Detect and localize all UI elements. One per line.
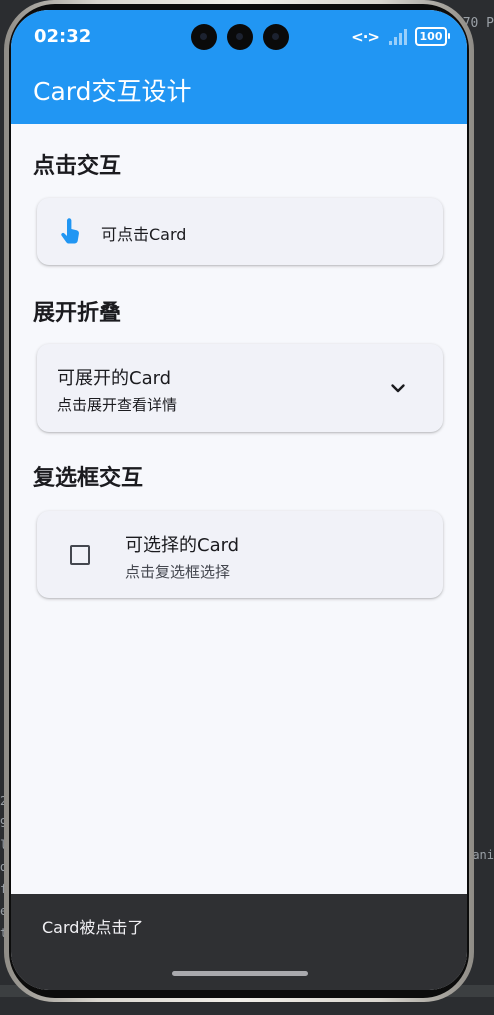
status-time: 02:32 [34, 26, 92, 47]
section-title-expand: 展开折叠 [33, 301, 122, 326]
camera-lens-icon [227, 24, 253, 50]
chevron-down-icon[interactable] [389, 379, 407, 397]
selectable-card-subtitle: 点击复选框选择 [125, 563, 231, 581]
camera-lens-icon [263, 24, 289, 50]
expandable-card-subtitle: 点击展开查看详情 [57, 396, 178, 414]
phone-screen: 02:32 <·> 100 Card交互设计 点击交互 可点击Card 展开折叠… [11, 10, 467, 990]
status-icons: <·> 100 [351, 27, 450, 46]
selectable-card[interactable]: 可选择的Card 点击复选框选择 [37, 511, 443, 598]
clickable-card-label: 可点击Card [101, 225, 187, 244]
checkbox[interactable] [70, 545, 90, 565]
app-title: Card交互设计 [33, 77, 192, 106]
selectable-card-title: 可选择的Card [125, 535, 240, 556]
developer-mode-icon: <·> [351, 27, 380, 46]
battery-icon: 100 [415, 27, 450, 46]
snackbar-message: Card被点击了 [42, 918, 144, 937]
clickable-card[interactable]: 可点击Card [37, 198, 443, 265]
signal-icon [387, 28, 407, 45]
home-indicator[interactable] [172, 971, 308, 976]
expandable-card[interactable]: 可展开的Card 点击展开查看详情 [37, 344, 443, 432]
camera-lens-icon [191, 24, 217, 50]
ide-code-text: ani [472, 848, 494, 862]
section-title-click: 点击交互 [33, 154, 122, 179]
app-bar: 02:32 <·> 100 Card交互设计 [11, 10, 467, 124]
expandable-card-title: 可展开的Card [57, 368, 172, 389]
touch-app-icon [61, 218, 79, 244]
section-title-checkbox: 复选框交互 [33, 466, 144, 491]
